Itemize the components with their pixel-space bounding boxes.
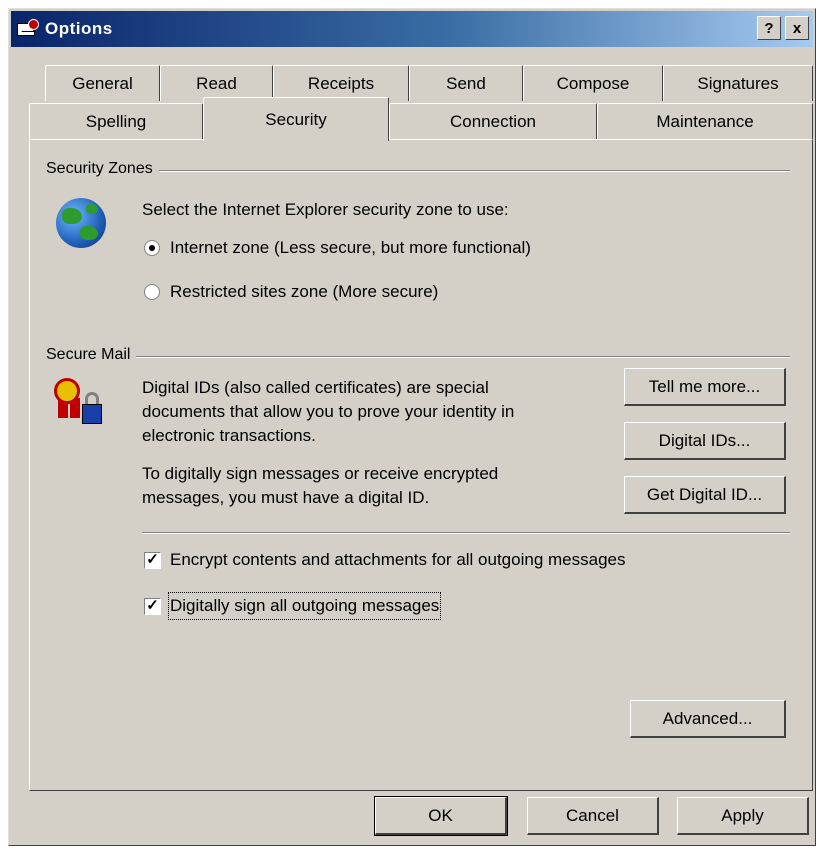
- security-zones-heading: Security Zones: [46, 160, 159, 178]
- tab-spelling[interactable]: Spelling: [29, 103, 203, 139]
- restricted-zone-radio[interactable]: [144, 284, 160, 300]
- secure-mail-divider: [46, 356, 790, 358]
- encrypt-label[interactable]: Encrypt contents and attachments for all…: [170, 548, 625, 572]
- security-tab-panel: Security Zones Select the Internet Explo…: [29, 139, 813, 791]
- close-button[interactable]: x: [785, 16, 809, 40]
- tab-maintenance[interactable]: Maintenance: [597, 103, 813, 139]
- digital-ids-description-line-2: documents that allow you to prove your i…: [142, 402, 515, 421]
- restricted-zone-label[interactable]: Restricted sites zone (More secure): [170, 280, 438, 304]
- help-button[interactable]: ?: [757, 16, 781, 40]
- checkbox-divider: [142, 532, 790, 534]
- outlook-express-icon: [17, 19, 39, 39]
- tab-general[interactable]: General: [45, 65, 160, 101]
- cancel-button[interactable]: Cancel: [527, 797, 659, 835]
- options-dialog: Options ? x General Read Receipts Send C…: [8, 8, 816, 846]
- sign-note-line-2: messages, you must have a digital ID.: [142, 488, 430, 507]
- tell-me-more-button[interactable]: Tell me more...: [624, 368, 786, 406]
- sign-note-line-1: To digitally sign messages or receive en…: [142, 464, 499, 483]
- digital-ids-button[interactable]: Digital IDs...: [624, 422, 786, 460]
- zone-prompt: Select the Internet Explorer security zo…: [142, 200, 509, 219]
- tab-read[interactable]: Read: [160, 65, 273, 101]
- certificate-icon: [52, 376, 108, 432]
- encrypt-checkbox[interactable]: ✓: [144, 552, 161, 569]
- internet-zone-radio[interactable]: [144, 240, 160, 256]
- digital-ids-description-line-1: Digital IDs (also called certificates) a…: [142, 378, 489, 397]
- secure-mail-heading: Secure Mail: [46, 346, 137, 364]
- digital-ids-description-line-3: electronic transactions.: [142, 426, 316, 445]
- title-bar: Options ? x: [11, 11, 813, 47]
- globe-icon: [56, 198, 106, 248]
- get-digital-id-button[interactable]: Get Digital ID...: [624, 476, 786, 514]
- tab-security[interactable]: Security: [203, 97, 389, 141]
- tab-compose[interactable]: Compose: [523, 65, 663, 101]
- ok-button[interactable]: OK: [374, 796, 508, 836]
- apply-button[interactable]: Apply: [677, 797, 809, 835]
- tab-send[interactable]: Send: [409, 65, 523, 101]
- tab-signatures[interactable]: Signatures: [663, 65, 813, 101]
- tab-receipts[interactable]: Receipts: [273, 65, 409, 101]
- internet-zone-label[interactable]: Internet zone (Less secure, but more fun…: [170, 236, 531, 260]
- tab-connection[interactable]: Connection: [389, 103, 597, 139]
- digitally-sign-label[interactable]: Digitally sign all outgoing messages: [167, 592, 442, 620]
- digitally-sign-checkbox[interactable]: ✓: [144, 598, 161, 615]
- window-title: Options: [45, 19, 113, 38]
- advanced-button[interactable]: Advanced...: [630, 700, 786, 738]
